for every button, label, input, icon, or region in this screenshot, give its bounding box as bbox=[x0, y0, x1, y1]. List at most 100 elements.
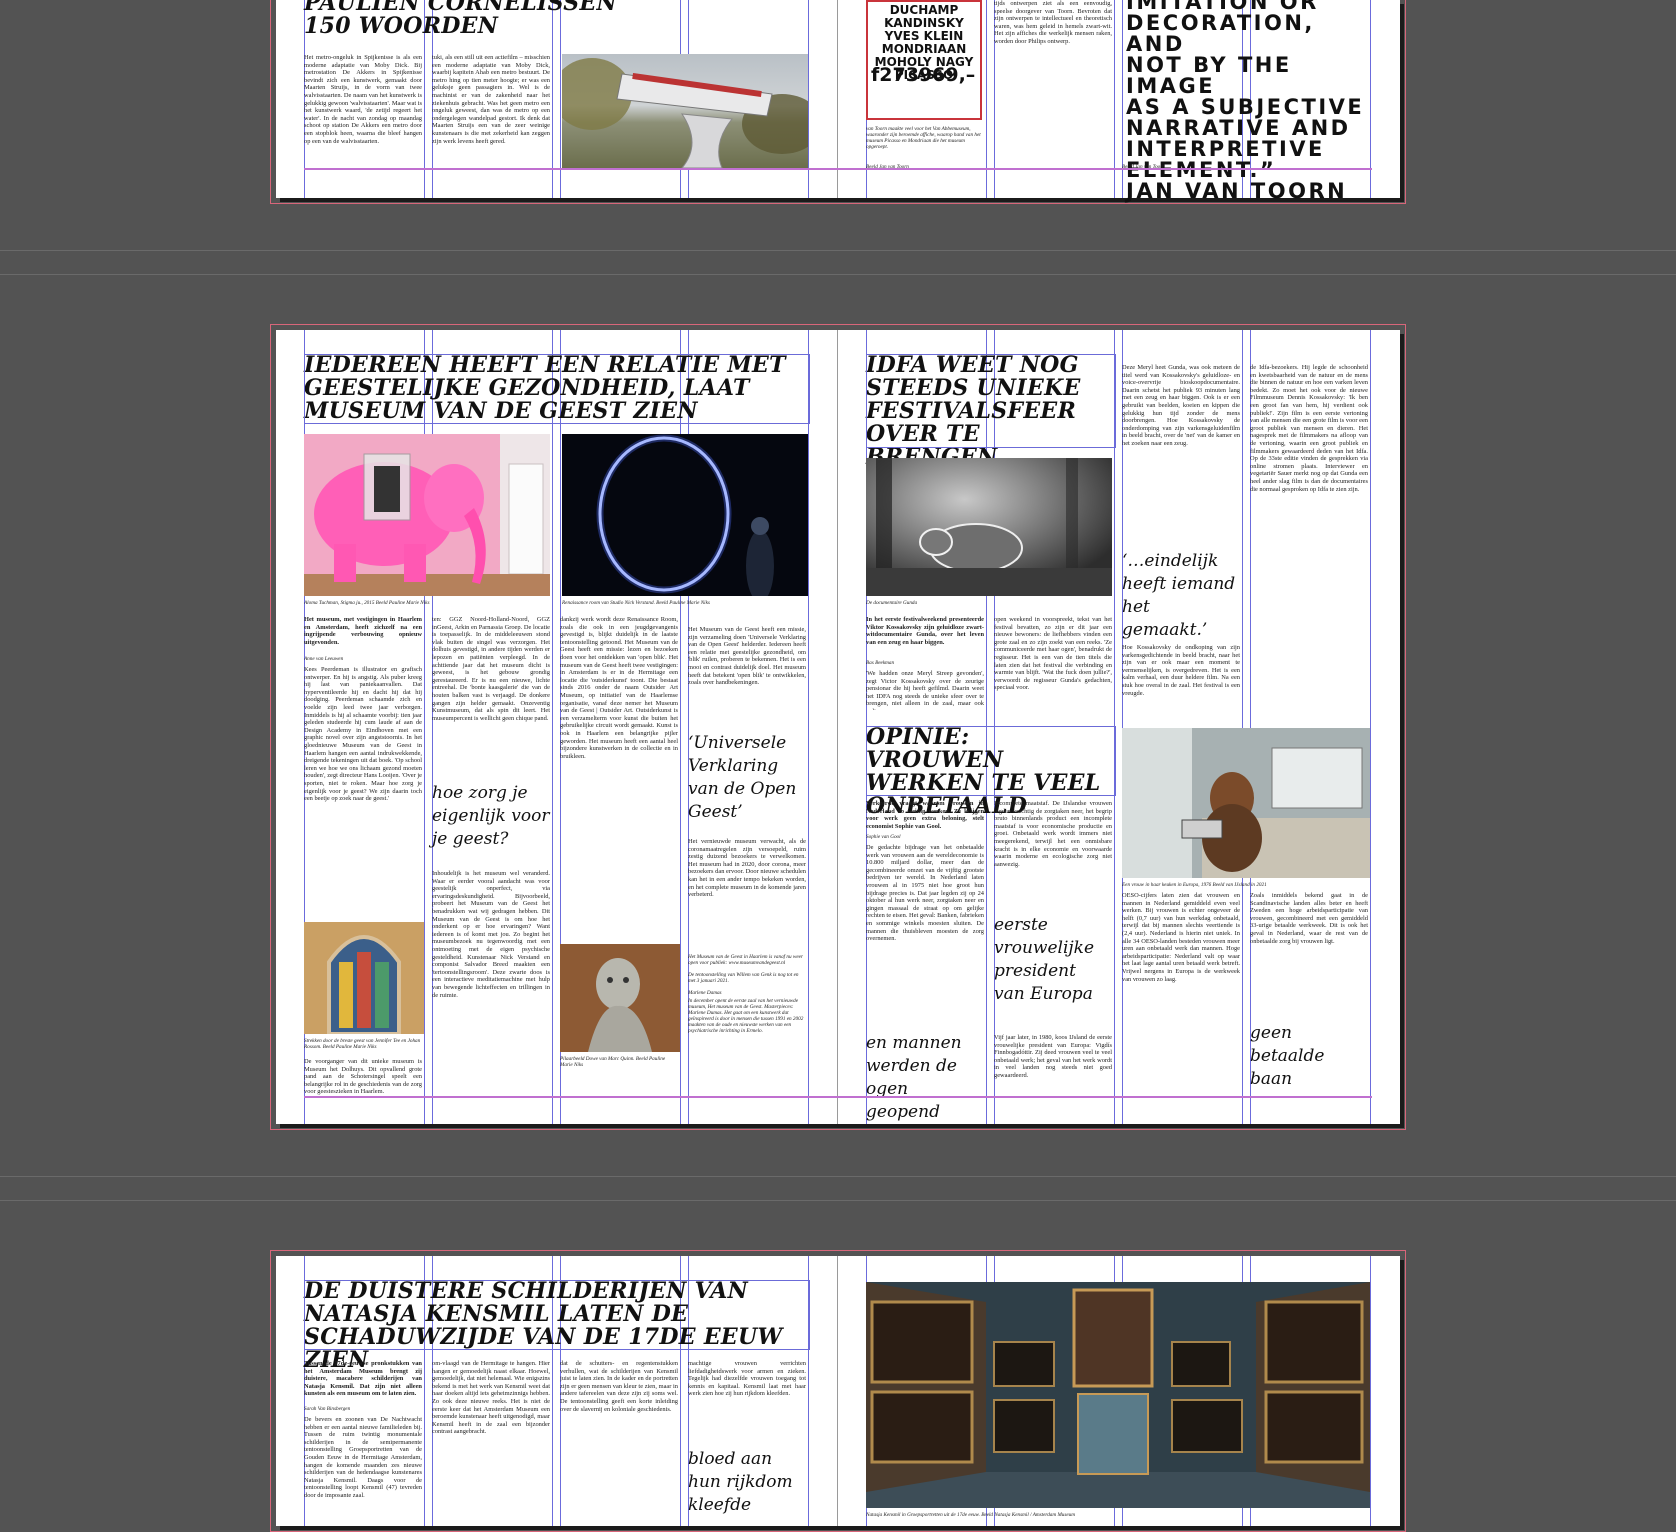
lead-bold: In het eerste festivalweekend presenteer… bbox=[866, 616, 984, 646]
byline[interactable]: Sarah Van Binsbergen bbox=[304, 1406, 422, 1412]
quote-van-toorn[interactable]: IMITATION OR DECORATION, AND NOT BY THE … bbox=[1126, 0, 1370, 202]
quote-credit[interactable]: Beeld Jan van Toorn bbox=[1122, 164, 1240, 170]
pull-quote[interactable]: en mannen werden de ogen geopend bbox=[866, 1032, 984, 1124]
photo-renaissance-room[interactable] bbox=[562, 434, 808, 596]
poster-price: f273969,– bbox=[871, 64, 976, 86]
light-ring-illustration bbox=[596, 434, 774, 596]
article-text[interactable]: dat de schutters- en regentenstukken ver… bbox=[560, 1360, 678, 1526]
headline-150-woorden[interactable]: Paulien Cornelissen 150 woorden bbox=[304, 0, 664, 38]
pasteboard-divider bbox=[0, 274, 1676, 275]
article-text[interactable]: De bevers en zoonen van De Nachtwacht he… bbox=[304, 1416, 422, 1526]
article-text[interactable]: OESO-cijfers laten zien dat vrouwen en m… bbox=[1122, 892, 1240, 1104]
poster-caption[interactable]: van Toorn maakte veel voor het Van Abbem… bbox=[866, 126, 984, 158]
lead-bold: Het museum, met vestigingen in Haarlem e… bbox=[304, 616, 422, 646]
article-text[interactable]: tuki, als een still uit een actiefilm – … bbox=[432, 54, 550, 168]
caption-renaissance-room[interactable]: Renaissance room van Studio Nick Verstan… bbox=[562, 600, 802, 606]
photo-statue[interactable] bbox=[560, 944, 680, 1052]
lead-bold: Verkeerde vraagt waarom vrouwen in Neder… bbox=[866, 800, 984, 830]
spread-1[interactable]: Paulien Cornelissen 150 woorden Het metr… bbox=[276, 0, 1400, 202]
headline-natasja-kensmil[interactable]: De duistere schilderijen van Natasja Ken… bbox=[304, 1280, 808, 1372]
article-text[interactable]: Zoals inmiddels bekend gaat in de Scandi… bbox=[1250, 892, 1368, 1010]
gallery-illustration bbox=[866, 1282, 1370, 1508]
article-text[interactable]: Het metro-ongeluk in Spijkenisse is als … bbox=[304, 54, 422, 168]
article-text[interactable]: Het Museum van de Geest heeft een missie… bbox=[688, 626, 806, 722]
column-guide bbox=[552, 330, 553, 1124]
headline-idfa[interactable]: IDFA weet nog steeds unieke festivalsfee… bbox=[866, 354, 1114, 469]
column-guide bbox=[1114, 330, 1115, 1124]
caption-statue[interactable]: Pilaarbeeld Dowe van Marc Quinn. Beeld P… bbox=[560, 1056, 678, 1068]
pull-quote[interactable]: ‘Universele Verklaring van de Open Geest… bbox=[688, 732, 808, 824]
article-text[interactable]: Inhoudelijk is het museum wel veranderd.… bbox=[432, 870, 550, 1104]
column-guide bbox=[808, 330, 809, 1124]
article-text[interactable]: Vijf jaar later, in 1980, koos IJsland d… bbox=[994, 1034, 1112, 1104]
caption-gunda[interactable]: De documentaire Gunda bbox=[866, 600, 984, 606]
caption-gallery[interactable]: Natasja Kensmil in Groepsportretten uit … bbox=[866, 1512, 1112, 1518]
lead-text[interactable]: Het museum, met vestigingen in Haarlem e… bbox=[304, 616, 422, 656]
caption-elephant[interactable]: Aloma Tuchman, Stigma ju., 2015 Beeld Pa… bbox=[304, 600, 544, 606]
caption-stained-glass[interactable]: Strekken door de breste geest van Jennif… bbox=[304, 1038, 422, 1052]
article-text[interactable]: De gedachte bijdrage van het onbetaalde … bbox=[866, 844, 984, 1022]
byline[interactable]: Bas Beekman bbox=[866, 660, 984, 666]
footnote[interactable]: In december opent de eerste zaal van het… bbox=[688, 998, 806, 1042]
stained-glass-illustration bbox=[327, 935, 401, 1034]
pull-quote[interactable]: ‘…eindelijk heeft iemand het gemaakt.’ bbox=[1122, 550, 1240, 642]
pasteboard-divider bbox=[0, 250, 1676, 251]
pull-quote[interactable]: hoe zorg je eigenlijk voor je geest? bbox=[432, 782, 550, 851]
pink-elephant-illustration bbox=[304, 434, 550, 596]
pasteboard-divider bbox=[0, 1176, 1676, 1177]
article-text[interactable]: de Idfa-bezoekers. Hij legde de schoonhe… bbox=[1250, 364, 1368, 710]
photo-kitchen[interactable] bbox=[1122, 728, 1370, 878]
spread-3[interactable]: De duistere schilderijen van Natasja Ken… bbox=[276, 1256, 1400, 1526]
article-text[interactable]: Hoe Kossakovsky de ondkoping van zijn va… bbox=[1122, 644, 1240, 710]
spine bbox=[837, 0, 838, 198]
article-text[interactable]: De voorganger van dit unieke museum is M… bbox=[304, 1058, 422, 1104]
photo-stained-glass[interactable] bbox=[304, 922, 424, 1034]
pull-quote[interactable]: bloed aan hun rijkdom kleefde bbox=[688, 1448, 806, 1517]
article-text[interactable]: machtige vrouwen verrichten liefdadighei… bbox=[688, 1360, 806, 1440]
pasteboard-divider bbox=[0, 1200, 1676, 1201]
footnote[interactable]: De tentoonstelling van Willem van Genk i… bbox=[688, 972, 806, 986]
lead-text[interactable]: In het eerste festivalweekend presenteer… bbox=[866, 616, 984, 656]
spine bbox=[837, 1256, 838, 1526]
column-guide bbox=[986, 0, 987, 198]
footnote-author[interactable]: Marlene Damas bbox=[688, 990, 806, 996]
column-guide bbox=[1370, 0, 1371, 198]
pull-quote[interactable]: eerste vrouwelijke president van Europa bbox=[994, 914, 1112, 1006]
spine bbox=[837, 330, 838, 1124]
headline-museum-van-de-geest[interactable]: Iedereen heeft een relatie met geestelij… bbox=[304, 354, 808, 423]
pig-illustration bbox=[866, 458, 1112, 596]
column-guide bbox=[1370, 330, 1371, 1124]
caption-kitchen[interactable]: Een vrouw in haar keuken in Europa, 1976… bbox=[1122, 882, 1368, 888]
article-text[interactable]: Het vernieuwde museum verwacht, als de c… bbox=[688, 838, 806, 948]
byline[interactable]: Sophie van Gool bbox=[866, 834, 984, 840]
photo-pink-elephant[interactable] bbox=[304, 434, 550, 596]
article-text[interactable]: dankzij werk wordt deze Renaissance Room… bbox=[560, 616, 678, 936]
photo-metro-whale-tail[interactable] bbox=[562, 54, 808, 168]
kitchen-illustration bbox=[1122, 728, 1370, 878]
article-text[interactable]: Incomplete maatstaf. De IJslandse vrouwe… bbox=[994, 800, 1112, 910]
article-text[interactable]: Kees Peerdeman is illustrator en grafisc… bbox=[304, 666, 422, 914]
spread-2[interactable]: Iedereen heeft een relatie met geestelij… bbox=[276, 330, 1400, 1124]
article-text[interactable]: ten: GGZ Noord-Holland-Noord, GGZ inGees… bbox=[432, 616, 550, 772]
poster-jan-van-toorn[interactable]: DUCHAMP KANDINSKY YVES KLEIN MONDRIAAN M… bbox=[866, 0, 982, 120]
poster-credit[interactable]: Beeld Jan van Toorn bbox=[866, 164, 984, 170]
byline[interactable]: Anne van Leeuwen bbox=[304, 656, 422, 662]
article-text[interactable]: 'We hadden onze Meryl Streep gevonden', … bbox=[866, 670, 984, 710]
column-guide bbox=[1370, 1256, 1371, 1526]
lead-bold: Tussen de 17de-eeuwse pronkstukken van h… bbox=[304, 1360, 422, 1398]
article-text[interactable]: tijds ontwerpen ziet als een eenvoudig, … bbox=[994, 0, 1112, 96]
pull-quote[interactable]: geen betaalde baan bbox=[1250, 1022, 1368, 1091]
statue-illustration bbox=[560, 944, 680, 1052]
photo-gunda-pig[interactable] bbox=[866, 458, 1112, 596]
footnote[interactable]: Het Museum van de Geest in Haarlem is va… bbox=[688, 954, 806, 968]
column-guide bbox=[1114, 0, 1115, 198]
metro-illustration bbox=[562, 58, 808, 168]
photo-gallery-kensmil[interactable] bbox=[866, 1282, 1370, 1508]
lead-text[interactable]: Verkeerde vraagt waarom vrouwen in Neder… bbox=[866, 800, 984, 830]
article-text[interactable]: Deze Meryl heet Gunda, was ook meteen de… bbox=[1122, 364, 1240, 522]
column-guide bbox=[808, 0, 809, 198]
article-text[interactable]: om-vlaagd van de Hermitage te hangen. Hi… bbox=[432, 1360, 550, 1526]
column-guide bbox=[808, 1256, 809, 1526]
article-text[interactable]: open weekend in voorspreekt, tekst van h… bbox=[994, 616, 1112, 712]
lead-text[interactable]: Tussen de 17de-eeuwse pronkstukken van h… bbox=[304, 1360, 422, 1398]
